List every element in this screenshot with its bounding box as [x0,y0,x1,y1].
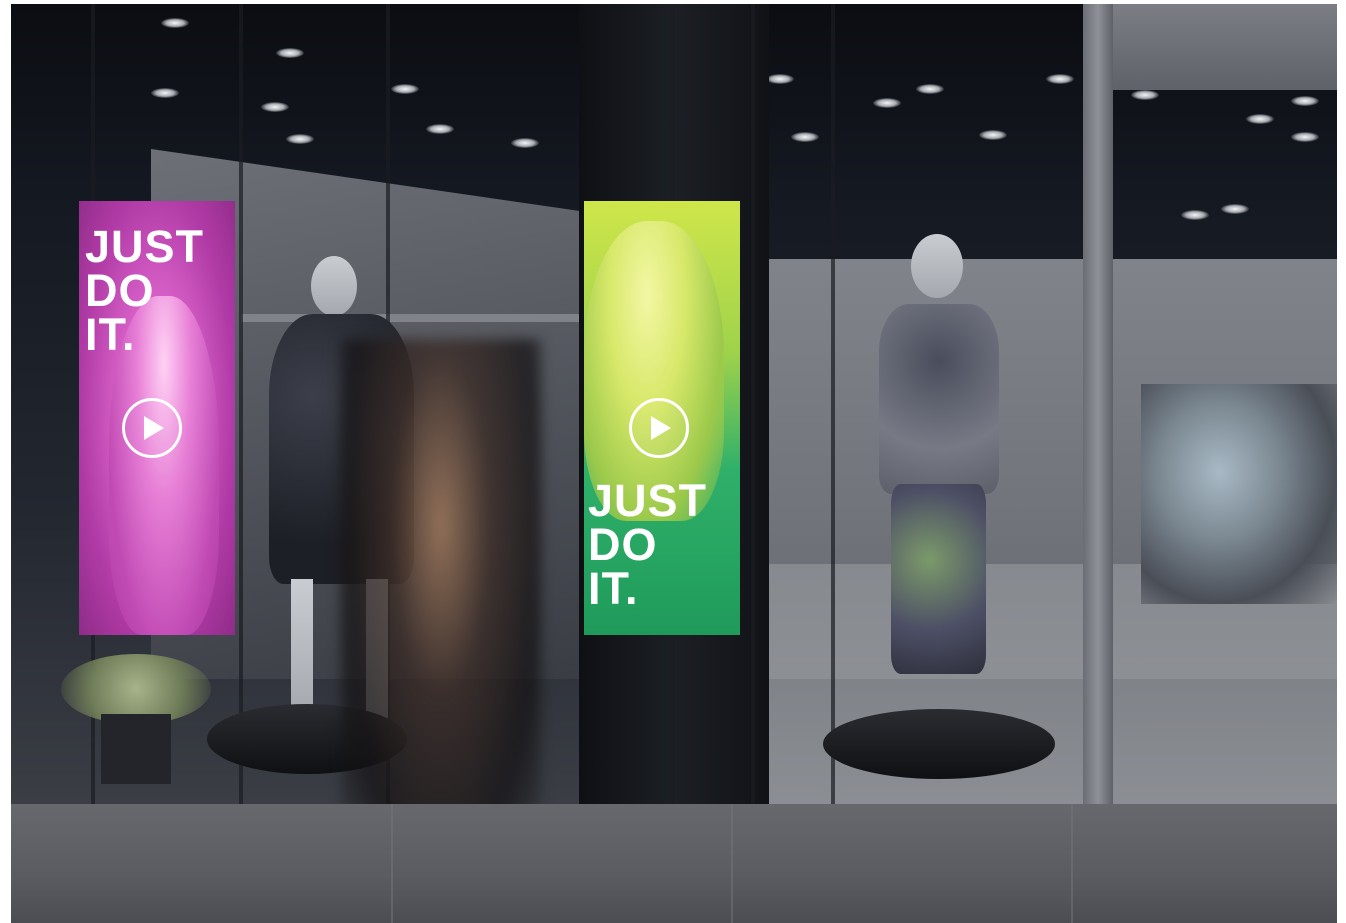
sidewalk-joint [391,804,393,923]
ceiling-light [161,18,189,28]
ceiling-light [1046,74,1074,84]
ceiling-light [276,48,304,58]
poster-slogan: JUST DO IT. [85,221,205,360]
ceiling-light [286,134,314,144]
ceiling-light [1291,96,1319,106]
sidewalk-joint [1071,804,1073,923]
mannequin-head [311,256,357,316]
play-video-button[interactable] [629,398,689,458]
ceiling-light [1181,210,1209,220]
ceiling-light [261,102,289,112]
ceiling-light [1291,132,1319,142]
poster-slogan: JUST DO IT. [588,475,708,614]
mannequin-head [911,234,963,298]
ceiling-light [1246,114,1274,124]
play-icon [651,416,671,440]
mannequin-jacket [879,304,999,494]
plant-pot [101,714,171,784]
ceiling-light [426,124,454,134]
mannequin-leg [291,579,313,719]
display-shelf [241,314,581,322]
walking-woman-blurred [341,339,541,869]
digital-poster-pink: JUST DO IT. [79,201,235,635]
play-icon [144,416,164,440]
ceiling-light [1131,90,1159,100]
slogan-line: DO [85,265,155,316]
ceiling-light [391,84,419,94]
slogan-line: IT. [588,563,639,614]
ceiling-light [979,130,1007,140]
entrance-header [1083,4,1337,90]
ceiling-light [873,98,901,108]
entrance-pillar [1083,4,1113,804]
ceiling-light [916,84,944,94]
sidewalk-joint [731,804,733,923]
mannequin-pedestal [823,709,1055,779]
sidewalk [11,804,1337,923]
slogan-line: JUST [588,475,708,526]
slogan-line: IT. [85,309,136,360]
slogan-line: DO [588,519,658,570]
glass-mullion [239,4,243,804]
glass-mullion [751,4,755,804]
mannequin-pants [891,484,986,674]
ceiling-light [511,138,539,148]
glass-mullion [831,4,835,804]
ceiling-light [766,74,794,84]
storefront-scene: JUST DO IT. JUST DO IT. [11,4,1337,923]
play-video-button[interactable] [122,398,182,458]
ceiling-light [791,132,819,142]
ceiling-light [1221,204,1249,214]
digital-poster-green: JUST DO IT. [584,201,740,635]
clothes-rack [1141,384,1337,604]
slogan-line: JUST [85,221,205,272]
ceiling-light [151,88,179,98]
